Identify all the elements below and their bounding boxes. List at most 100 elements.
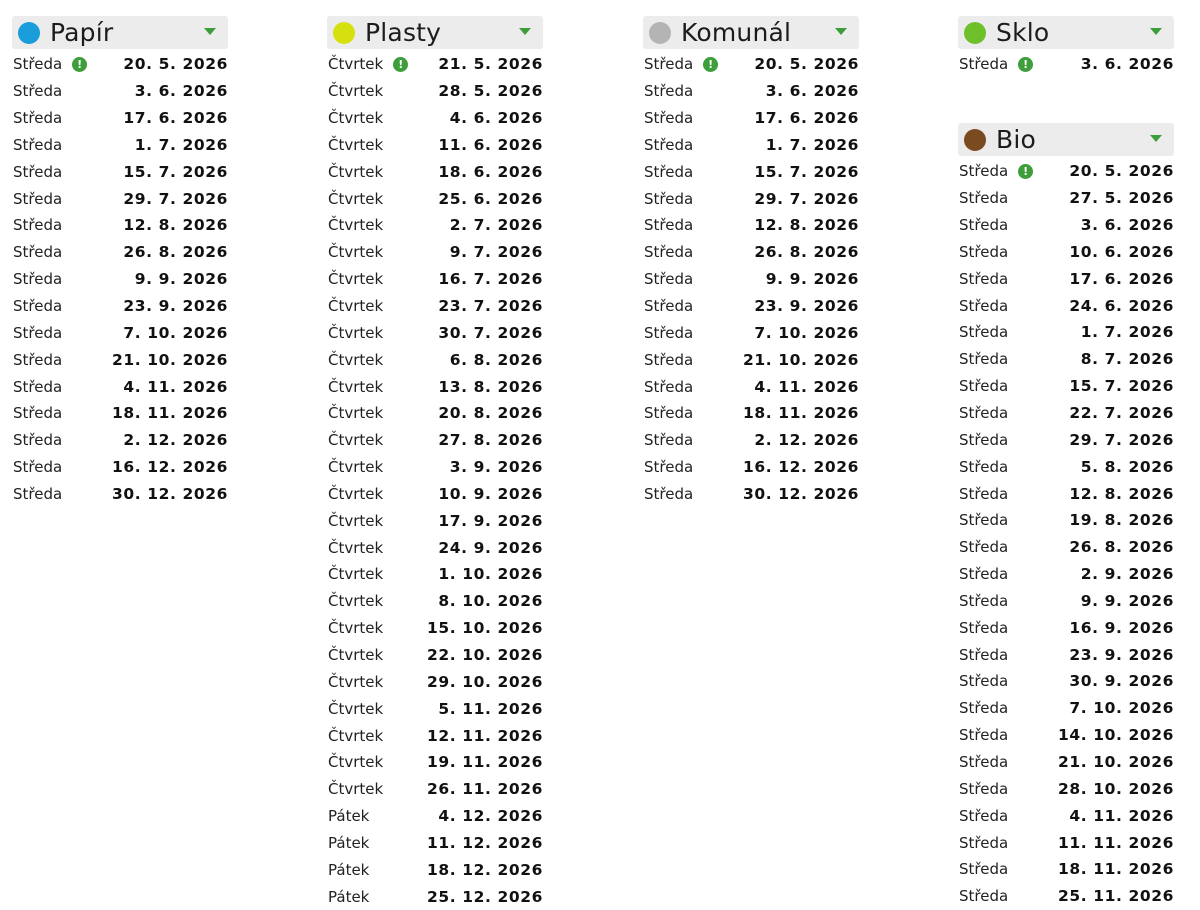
category-color-dot-icon bbox=[333, 21, 355, 44]
pickup-weekday: Čtvrtek bbox=[328, 431, 384, 450]
pickup-row: Středa 18. 11. 2026 bbox=[958, 856, 1174, 883]
pickup-date: 19. 8. 2026 bbox=[1069, 511, 1174, 530]
pickup-row: Středa 5. 8. 2026 bbox=[958, 453, 1174, 480]
pickup-date: 23. 9. 2026 bbox=[754, 297, 859, 316]
pickup-row: Středa 29. 7. 2026 bbox=[958, 426, 1174, 453]
pickup-row: Středa 30. 9. 2026 bbox=[958, 668, 1174, 695]
pickup-weekday: Středa bbox=[13, 270, 63, 289]
pickup-row: Středa 15. 7. 2026 bbox=[958, 373, 1174, 400]
category-header[interactable]: Plasty bbox=[327, 16, 543, 49]
pickup-row: Středa 17. 6. 2026 bbox=[643, 105, 859, 132]
pickup-weekday: Čtvrtek bbox=[328, 699, 384, 718]
alert-icon[interactable]: ! bbox=[1018, 56, 1034, 72]
pickup-row: Středa 2. 12. 2026 bbox=[12, 427, 228, 454]
pickup-row: Středa 15. 7. 2026 bbox=[12, 158, 228, 185]
pickup-row: Čtvrtek 1. 10. 2026 bbox=[327, 561, 543, 588]
pickup-weekday: Středa bbox=[13, 404, 63, 423]
pickup-weekday: Středa bbox=[13, 162, 63, 181]
category-header[interactable]: Bio bbox=[958, 123, 1174, 156]
pickup-weekday: Středa bbox=[644, 484, 694, 503]
pickup-date: 4. 11. 2026 bbox=[1069, 806, 1174, 825]
pickup-row: Čtvrtek 20. 8. 2026 bbox=[327, 400, 543, 427]
pickup-weekday: Čtvrtek bbox=[328, 82, 384, 101]
pickup-row: Středa 7. 10. 2026 bbox=[643, 319, 859, 346]
pickup-date: 24. 6. 2026 bbox=[1069, 296, 1174, 315]
pickup-weekday: Středa bbox=[959, 216, 1009, 235]
pickup-date: 18. 6. 2026 bbox=[438, 162, 543, 181]
pickup-row: Středa 27. 5. 2026 bbox=[958, 185, 1174, 212]
alert-icon[interactable]: ! bbox=[703, 56, 719, 72]
pickup-date: 15. 7. 2026 bbox=[1069, 377, 1174, 396]
pickup-date: 1. 7. 2026 bbox=[1080, 323, 1174, 342]
pickup-weekday: Čtvrtek bbox=[328, 377, 384, 396]
category-color-dot-icon bbox=[964, 128, 986, 151]
chevron-down-icon[interactable] bbox=[835, 28, 847, 35]
pickup-weekday: Středa bbox=[644, 82, 694, 101]
pickup-weekday: Středa bbox=[959, 752, 1009, 771]
pickup-date: 13. 8. 2026 bbox=[438, 377, 543, 396]
chevron-down-icon[interactable] bbox=[519, 28, 531, 35]
pickup-weekday: Středa bbox=[13, 189, 63, 208]
pickup-weekday: Středa bbox=[13, 458, 63, 477]
pickup-weekday: Středa bbox=[959, 591, 1009, 610]
pickup-row: Středa 29. 7. 2026 bbox=[643, 185, 859, 212]
pickup-row: Středa! 20. 5. 2026 bbox=[12, 51, 228, 78]
pickup-date: 9. 7. 2026 bbox=[449, 243, 543, 262]
pickup-row: Středa! 20. 5. 2026 bbox=[958, 158, 1174, 185]
pickup-row: Středa 18. 11. 2026 bbox=[12, 400, 228, 427]
pickup-weekday: Čtvrtek bbox=[328, 189, 384, 208]
pickup-date: 18. 11. 2026 bbox=[742, 404, 859, 423]
category-title: Plasty bbox=[365, 18, 442, 47]
pickup-row: Čtvrtek 5. 11. 2026 bbox=[327, 695, 543, 722]
pickup-weekday: Středa bbox=[959, 618, 1009, 637]
pickup-row: Čtvrtek 29. 10. 2026 bbox=[327, 668, 543, 695]
pickup-weekday: Středa bbox=[959, 565, 1009, 584]
pickup-row: Středa 1. 7. 2026 bbox=[12, 132, 228, 159]
pickup-row: Čtvrtek 4. 6. 2026 bbox=[327, 105, 543, 132]
pickup-date: 25. 11. 2026 bbox=[1057, 887, 1174, 906]
pickup-date: 10. 9. 2026 bbox=[438, 484, 543, 503]
pickup-date: 27. 5. 2026 bbox=[1069, 189, 1174, 208]
pickup-date: 23. 7. 2026 bbox=[438, 297, 543, 316]
pickup-weekday: Středa bbox=[959, 269, 1009, 288]
pickup-weekday: Středa bbox=[959, 860, 1009, 879]
pickup-weekday: Středa bbox=[959, 189, 1009, 208]
pickup-weekday: Čtvrtek bbox=[328, 109, 384, 128]
pickup-date: 15. 7. 2026 bbox=[123, 162, 228, 181]
pickup-weekday: Středa bbox=[644, 109, 694, 128]
chevron-down-icon[interactable] bbox=[1150, 28, 1162, 35]
category-header[interactable]: Komunál bbox=[643, 16, 859, 49]
pickup-date: 22. 7. 2026 bbox=[1069, 404, 1174, 423]
alert-icon[interactable]: ! bbox=[72, 56, 88, 72]
pickup-date: 17. 6. 2026 bbox=[123, 109, 228, 128]
pickup-date: 17. 6. 2026 bbox=[754, 109, 859, 128]
pickup-weekday: Čtvrtek bbox=[328, 243, 384, 262]
pickup-date: 9. 9. 2026 bbox=[134, 270, 228, 289]
pickup-row: Středa! 3. 6. 2026 bbox=[958, 51, 1174, 78]
pickup-weekday: Středa bbox=[644, 55, 694, 74]
pickup-weekday: Středa bbox=[959, 457, 1009, 476]
pickup-weekday: Středa bbox=[13, 350, 63, 369]
pickup-date: 21. 10. 2026 bbox=[111, 350, 228, 369]
pickup-date-list: Středa! 20. 5. 2026 Středa 3. 6. 2026 Středa… bbox=[12, 51, 228, 507]
pickup-weekday: Čtvrtek bbox=[328, 135, 384, 154]
pickup-row: Středa 21. 10. 2026 bbox=[643, 346, 859, 373]
pickup-date: 20. 5. 2026 bbox=[123, 55, 228, 74]
category-header[interactable]: Sklo bbox=[958, 16, 1174, 49]
chevron-down-icon[interactable] bbox=[1150, 135, 1162, 142]
category-title: Sklo bbox=[996, 18, 1050, 47]
alert-icon[interactable]: ! bbox=[393, 56, 409, 72]
pickup-row: Čtvrtek 25. 6. 2026 bbox=[327, 185, 543, 212]
alert-icon[interactable]: ! bbox=[1018, 163, 1034, 179]
pickup-row: Čtvrtek 10. 9. 2026 bbox=[327, 481, 543, 508]
waste-column-plasty: Plasty Čtvrtek! 21. 5. 2026 Čtvrtek 28. 5. 2… bbox=[327, 16, 543, 910]
pickup-row: Pátek 11. 12. 2026 bbox=[327, 829, 543, 856]
pickup-date: 27. 8. 2026 bbox=[438, 431, 543, 450]
category-title: Komunál bbox=[681, 18, 792, 47]
pickup-weekday: Čtvrtek bbox=[328, 565, 384, 584]
category-header[interactable]: Papír bbox=[12, 16, 228, 49]
pickup-weekday: Čtvrtek bbox=[328, 270, 384, 289]
pickup-weekday: Středa bbox=[13, 55, 63, 74]
pickup-date: 21. 10. 2026 bbox=[742, 350, 859, 369]
chevron-down-icon[interactable] bbox=[204, 28, 216, 35]
